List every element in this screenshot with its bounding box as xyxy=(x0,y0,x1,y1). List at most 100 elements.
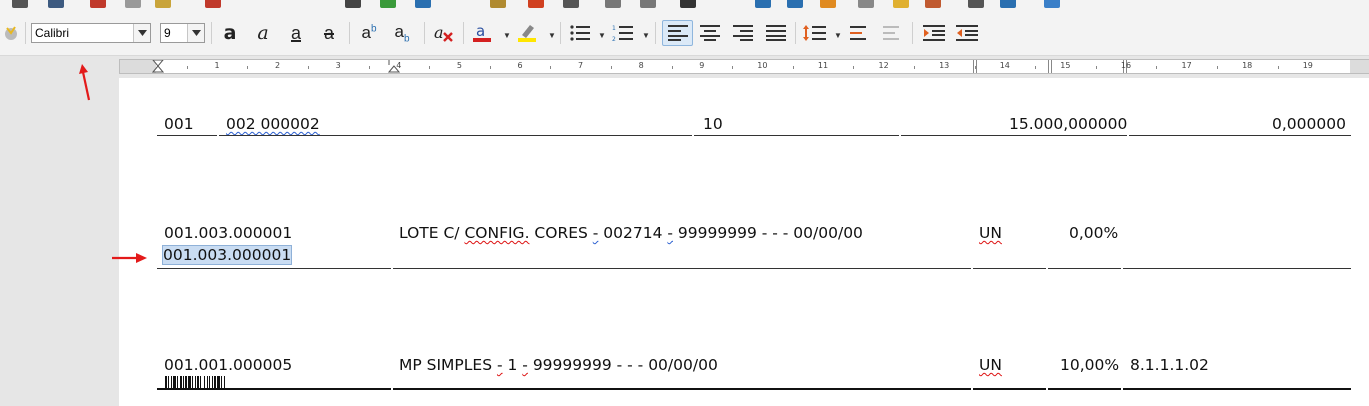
shapes-icon[interactable] xyxy=(1000,0,1016,8)
decrease-paragraph-spacing-button[interactable] xyxy=(878,20,906,46)
copy-icon[interactable] xyxy=(125,0,141,8)
row1-col1[interactable]: 001 xyxy=(164,115,194,133)
align-left-button[interactable] xyxy=(662,20,693,46)
font-size-combo[interactable]: 9 xyxy=(160,23,205,43)
document-page[interactable]: 001 002 000002 10 15.000,000000 0,000000… xyxy=(119,78,1369,406)
chevron-down-icon[interactable] xyxy=(133,24,150,42)
barcode-bar xyxy=(224,376,225,388)
table-border xyxy=(157,268,391,269)
row2-description[interactable]: LOTE C/ CONFIG. CORES - 002714 - 9999999… xyxy=(399,224,863,242)
chevron-down-icon[interactable] xyxy=(187,24,204,42)
decrease-indent-button[interactable] xyxy=(953,20,981,46)
row3-percent[interactable]: 10,00% xyxy=(1060,356,1119,374)
row2-percent[interactable]: 0,00% xyxy=(1069,224,1118,242)
cut-icon[interactable] xyxy=(90,0,106,8)
italic-icon: a xyxy=(257,22,269,44)
superscript-button[interactable]: ab xyxy=(355,20,383,46)
align-center-button[interactable] xyxy=(696,20,724,46)
numbering-button[interactable]: 1 2 xyxy=(609,20,637,46)
row1-col4[interactable]: 15.000,000000 xyxy=(1009,115,1127,133)
find-icon[interactable] xyxy=(345,0,361,8)
footnote-icon[interactable] xyxy=(787,0,803,8)
row2-code-selected[interactable]: 001.003.000001 xyxy=(161,245,293,265)
ruler-number: 1 xyxy=(214,61,220,70)
highlight-dropdown-icon[interactable]: ▼ xyxy=(548,31,556,40)
cross-reference-icon[interactable] xyxy=(858,0,874,8)
first-line-indent-marker-icon[interactable] xyxy=(152,60,164,73)
horizontal-ruler[interactable]: 1 2 3 4 5 6 7 8 9 10 11 12 13 14 15 16 17 18 19 xyxy=(119,59,1369,74)
clone-icon[interactable] xyxy=(205,0,221,8)
row3-unit[interactable]: UN xyxy=(979,356,1002,374)
export-icon[interactable] xyxy=(48,0,64,8)
textbox-icon[interactable] xyxy=(563,0,579,8)
ruler-tick xyxy=(913,66,915,69)
ruler-tick xyxy=(307,66,309,69)
table-border xyxy=(1123,388,1351,390)
font-name-combo[interactable]: Calibri xyxy=(31,23,151,43)
column-marker[interactable] xyxy=(1048,60,1052,73)
justify-button[interactable] xyxy=(762,20,790,46)
underline-icon: a xyxy=(290,22,301,43)
draw-icon[interactable] xyxy=(1044,0,1060,8)
line-spacing-dropdown-icon[interactable]: ▼ xyxy=(834,31,842,40)
image-icon[interactable] xyxy=(490,0,506,8)
ruler-number: 16 xyxy=(1120,61,1132,70)
desc-part: MP SIMPLES xyxy=(399,356,497,374)
font-color-button[interactable]: a xyxy=(468,20,496,46)
formatting-toolbar: Calibri 9 a a a a ab ab a a ▼ ▼ ▼ 1 2 ▼ … xyxy=(0,12,1369,56)
special-char-icon[interactable] xyxy=(680,0,696,8)
svg-text:a: a xyxy=(476,22,485,40)
row2-unit[interactable]: UN xyxy=(979,224,1002,242)
font-color-dropdown-icon[interactable]: ▼ xyxy=(503,31,511,40)
paste-icon[interactable] xyxy=(155,0,171,8)
ruler-tick xyxy=(1035,66,1037,69)
ruler-tick xyxy=(1216,66,1218,69)
bold-button[interactable]: a xyxy=(216,20,244,46)
italic-button[interactable]: a xyxy=(249,20,277,46)
row3-code[interactable]: 001.001.000005 xyxy=(164,356,292,374)
increase-paragraph-spacing-button[interactable] xyxy=(845,20,873,46)
toolbar-separator xyxy=(424,22,425,44)
row2-code[interactable]: 001.003.000001 xyxy=(164,224,292,242)
row3-account[interactable]: 8.1.1.1.02 xyxy=(1130,356,1209,374)
chart-icon[interactable] xyxy=(528,0,544,8)
ruler-tick xyxy=(247,66,249,69)
row1-col3[interactable]: 10 xyxy=(703,115,723,133)
formatting-marks-icon[interactable] xyxy=(415,0,431,8)
page-break-icon[interactable] xyxy=(605,0,621,8)
underline-button[interactable]: a xyxy=(282,20,310,46)
bookmark-icon[interactable] xyxy=(820,0,836,8)
justify-icon xyxy=(766,25,786,41)
row1-col5[interactable]: 0,000000 xyxy=(1272,115,1346,133)
decrease-indent-icon xyxy=(956,25,978,41)
style-update-icon[interactable] xyxy=(0,20,22,46)
toolbar-separator xyxy=(560,22,561,44)
clear-formatting-button[interactable]: a xyxy=(430,20,458,46)
table-border xyxy=(1123,268,1351,269)
hyperlink-icon[interactable] xyxy=(755,0,771,8)
spellcheck-icon[interactable] xyxy=(380,0,396,8)
line-spacing-button[interactable] xyxy=(800,20,828,46)
table-border xyxy=(393,268,971,269)
row3-description[interactable]: MP SIMPLES - 1 - 99999999 - - - 00/00/00 xyxy=(399,356,718,374)
paragraph-spacing-icon xyxy=(850,26,866,40)
toolbar-separator xyxy=(349,22,350,44)
line-icon[interactable] xyxy=(968,0,984,8)
comment-icon[interactable] xyxy=(893,0,909,8)
row1-col2-text: 002 000002 xyxy=(226,115,320,133)
subscript-button[interactable]: ab xyxy=(388,20,416,46)
strikethrough-button[interactable]: a xyxy=(315,20,343,46)
row1-col2[interactable]: 002 000002 xyxy=(226,115,320,133)
subscript-icon: ab xyxy=(394,21,410,45)
ruler-number: 6 xyxy=(517,61,523,70)
increase-indent-button[interactable] xyxy=(920,20,948,46)
track-changes-icon[interactable] xyxy=(925,0,941,8)
bullets-button[interactable] xyxy=(566,20,594,46)
numbering-dropdown-icon[interactable]: ▼ xyxy=(642,31,650,40)
table-border xyxy=(1048,268,1121,269)
bullets-dropdown-icon[interactable]: ▼ xyxy=(598,31,606,40)
highlight-button[interactable] xyxy=(513,20,541,46)
field-icon[interactable] xyxy=(640,0,656,8)
save-icon[interactable] xyxy=(12,0,28,8)
align-right-button[interactable] xyxy=(729,20,757,46)
